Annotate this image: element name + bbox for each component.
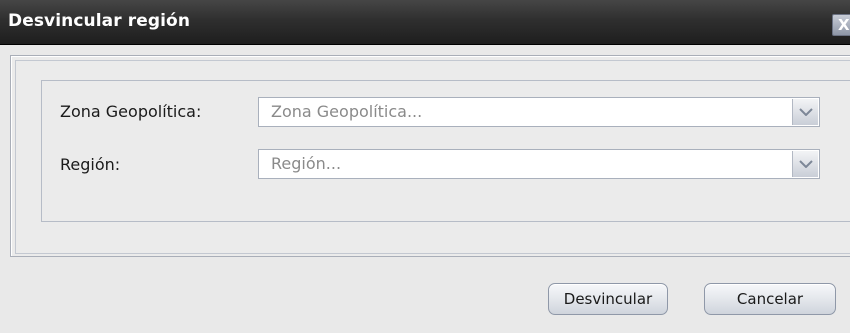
dialog-title: Desvincular región bbox=[8, 11, 191, 31]
close-button[interactable]: X bbox=[832, 14, 850, 36]
region-label: Región: bbox=[60, 155, 121, 174]
dialog-body: Zona Geopolítica: Zona Geopolítica... Re… bbox=[0, 45, 850, 333]
close-icon: X bbox=[838, 16, 850, 34]
region-dropdown-button[interactable] bbox=[792, 151, 818, 177]
region-combobox[interactable]: Región... bbox=[258, 149, 820, 179]
dialog-titlebar[interactable]: Desvincular región X bbox=[0, 0, 850, 45]
desvincular-button[interactable]: Desvincular bbox=[548, 283, 668, 315]
zona-geopolitica-label: Zona Geopolítica: bbox=[60, 102, 202, 121]
zona-geopolitica-dropdown-button[interactable] bbox=[792, 99, 818, 125]
chevron-down-icon bbox=[799, 160, 813, 168]
zona-geopolitica-combobox[interactable]: Zona Geopolítica... bbox=[258, 97, 820, 127]
dialog-window: Desvincular región X Zona Geopolítica: Z… bbox=[0, 0, 850, 333]
chevron-down-icon bbox=[799, 108, 813, 116]
cancelar-button[interactable]: Cancelar bbox=[704, 283, 836, 315]
region-placeholder: Región... bbox=[271, 154, 342, 173]
zona-geopolitica-placeholder: Zona Geopolítica... bbox=[271, 102, 423, 121]
